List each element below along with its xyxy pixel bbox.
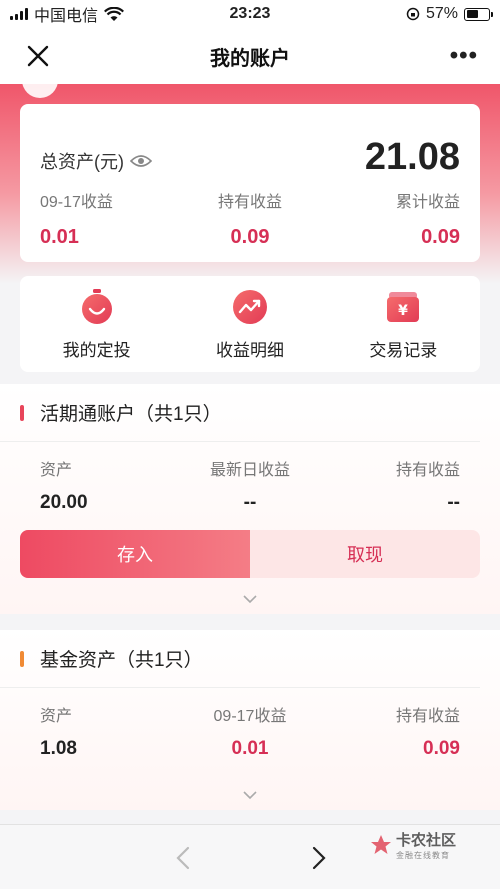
quick-action-investment-plan[interactable]: 我的定投	[20, 276, 173, 372]
col-holding-earning: 持有收益 --	[396, 456, 460, 514]
stat-daily-earning: 09-17收益 0.01	[40, 188, 113, 249]
col-label: 09-17收益	[213, 708, 287, 725]
stat-value: 0.09	[421, 226, 460, 248]
orientation-lock-icon	[406, 7, 420, 21]
quick-action-label: 交易记录	[369, 340, 438, 360]
current-account-stats: 资产 20.00 最新日收益 -- 持有收益 --	[0, 442, 500, 514]
watermark-subtitle: 金融在线教育	[395, 851, 450, 860]
trend-chart-icon	[232, 289, 267, 324]
back-arrow-icon[interactable]	[172, 845, 196, 871]
col-value: --	[447, 492, 460, 513]
col-label: 持有收益	[395, 708, 460, 725]
quick-action-label: 我的定投	[62, 340, 131, 360]
stat-label: 持有收益	[217, 194, 282, 211]
carrier-label: 中国电信	[34, 8, 99, 25]
stat-holding-earning: 持有收益 0.09	[216, 188, 284, 249]
fund-assets-stats: 资产 1.08 09-17收益 0.01 持有收益 0.09	[0, 688, 500, 760]
chevron-down-icon[interactable]	[242, 594, 258, 604]
col-label: 资产	[40, 462, 73, 479]
bottom-nav-bar: 卡农社区 金融在线教育	[0, 824, 500, 889]
section-header: 基金资产（共1只）	[0, 630, 480, 688]
content-area[interactable]: 总资产(元) 21.08 09-17收益 0.01 持有收益 0.09 累计收益…	[0, 84, 500, 824]
svg-text:¥: ¥	[398, 303, 408, 319]
col-label: 资产	[40, 708, 73, 725]
fund-assets-section: 基金资产（共1只） 资产 1.08 09-17收益 0.01 持有收益 0.09	[0, 630, 500, 810]
section-accent-bar	[20, 404, 24, 421]
wifi-icon	[104, 6, 124, 21]
page-title: 我的账户	[210, 47, 290, 70]
quick-action-transaction-records[interactable]: ¥ 交易记录	[327, 276, 480, 372]
nav-bar: 我的账户 •••	[0, 28, 500, 84]
quick-actions: 我的定投 收益明细 ¥ 交易记录	[20, 276, 480, 372]
deposit-withdraw-buttons: 存入 取现	[20, 530, 480, 578]
asset-summary-card: 总资产(元) 21.08 09-17收益 0.01 持有收益 0.09 累计收益…	[20, 104, 480, 262]
deposit-button[interactable]: 存入	[20, 530, 250, 578]
withdraw-button[interactable]: 取现	[250, 530, 480, 578]
timer-smile-icon	[81, 288, 112, 324]
signal-icon	[10, 8, 28, 20]
stat-value: 0.01	[40, 226, 79, 248]
col-label: 持有收益	[395, 462, 460, 479]
col-value: 1.08	[40, 738, 77, 759]
col-holding-earning: 持有收益 0.09	[396, 702, 460, 760]
section-title: 基金资产（共1只）	[40, 650, 203, 671]
watermark-logo-icon	[370, 835, 391, 854]
chevron-down-icon[interactable]	[242, 790, 258, 800]
col-assets: 资产 1.08	[40, 702, 77, 760]
col-label: 最新日收益	[209, 462, 290, 479]
total-assets-label: 总资产(元)	[40, 152, 124, 172]
total-assets-label-group: 总资产(元)	[40, 148, 152, 174]
quick-action-label: 收益明细	[215, 340, 284, 360]
watermark: 卡农社区 金融在线教育	[370, 829, 456, 861]
status-bar: 中国电信 23:23 57%	[0, 0, 500, 28]
eye-icon[interactable]	[130, 154, 152, 168]
col-value: --	[243, 492, 257, 513]
section-accent-bar	[20, 650, 24, 667]
yen-wallet-icon: ¥	[387, 291, 420, 322]
col-value: 0.01	[231, 738, 269, 759]
col-daily-earning: 09-17收益 0.01	[190, 702, 310, 760]
status-time: 23:23	[229, 5, 271, 22]
stat-cumulative-earning: 累计收益 0.09	[396, 188, 460, 249]
watermark-title: 卡农社区	[395, 832, 456, 849]
total-assets-value: 21.08	[364, 136, 460, 178]
forward-arrow-icon[interactable]	[306, 845, 330, 871]
battery-percent: 57%	[425, 5, 458, 22]
section-title: 活期通账户（共1只）	[40, 404, 222, 425]
col-value: 0.09	[423, 738, 460, 759]
stat-value: 0.09	[230, 226, 270, 248]
battery-icon	[464, 7, 493, 21]
stat-label: 累计收益	[395, 194, 460, 211]
current-account-section: 活期通账户（共1只） 资产 20.00 最新日收益 -- 持有收益 -- 存入 …	[0, 384, 500, 614]
col-assets: 资产 20.00	[40, 456, 88, 514]
col-value: 20.00	[40, 492, 88, 513]
more-icon[interactable]: •••	[450, 44, 478, 68]
stat-label: 09-17收益	[40, 194, 113, 211]
section-header: 活期通账户（共1只）	[0, 384, 480, 442]
battery-fill	[466, 10, 479, 18]
col-latest-earning: 最新日收益 --	[190, 456, 310, 514]
quick-action-earnings-detail[interactable]: 收益明细	[173, 276, 326, 372]
close-icon[interactable]	[24, 42, 52, 70]
